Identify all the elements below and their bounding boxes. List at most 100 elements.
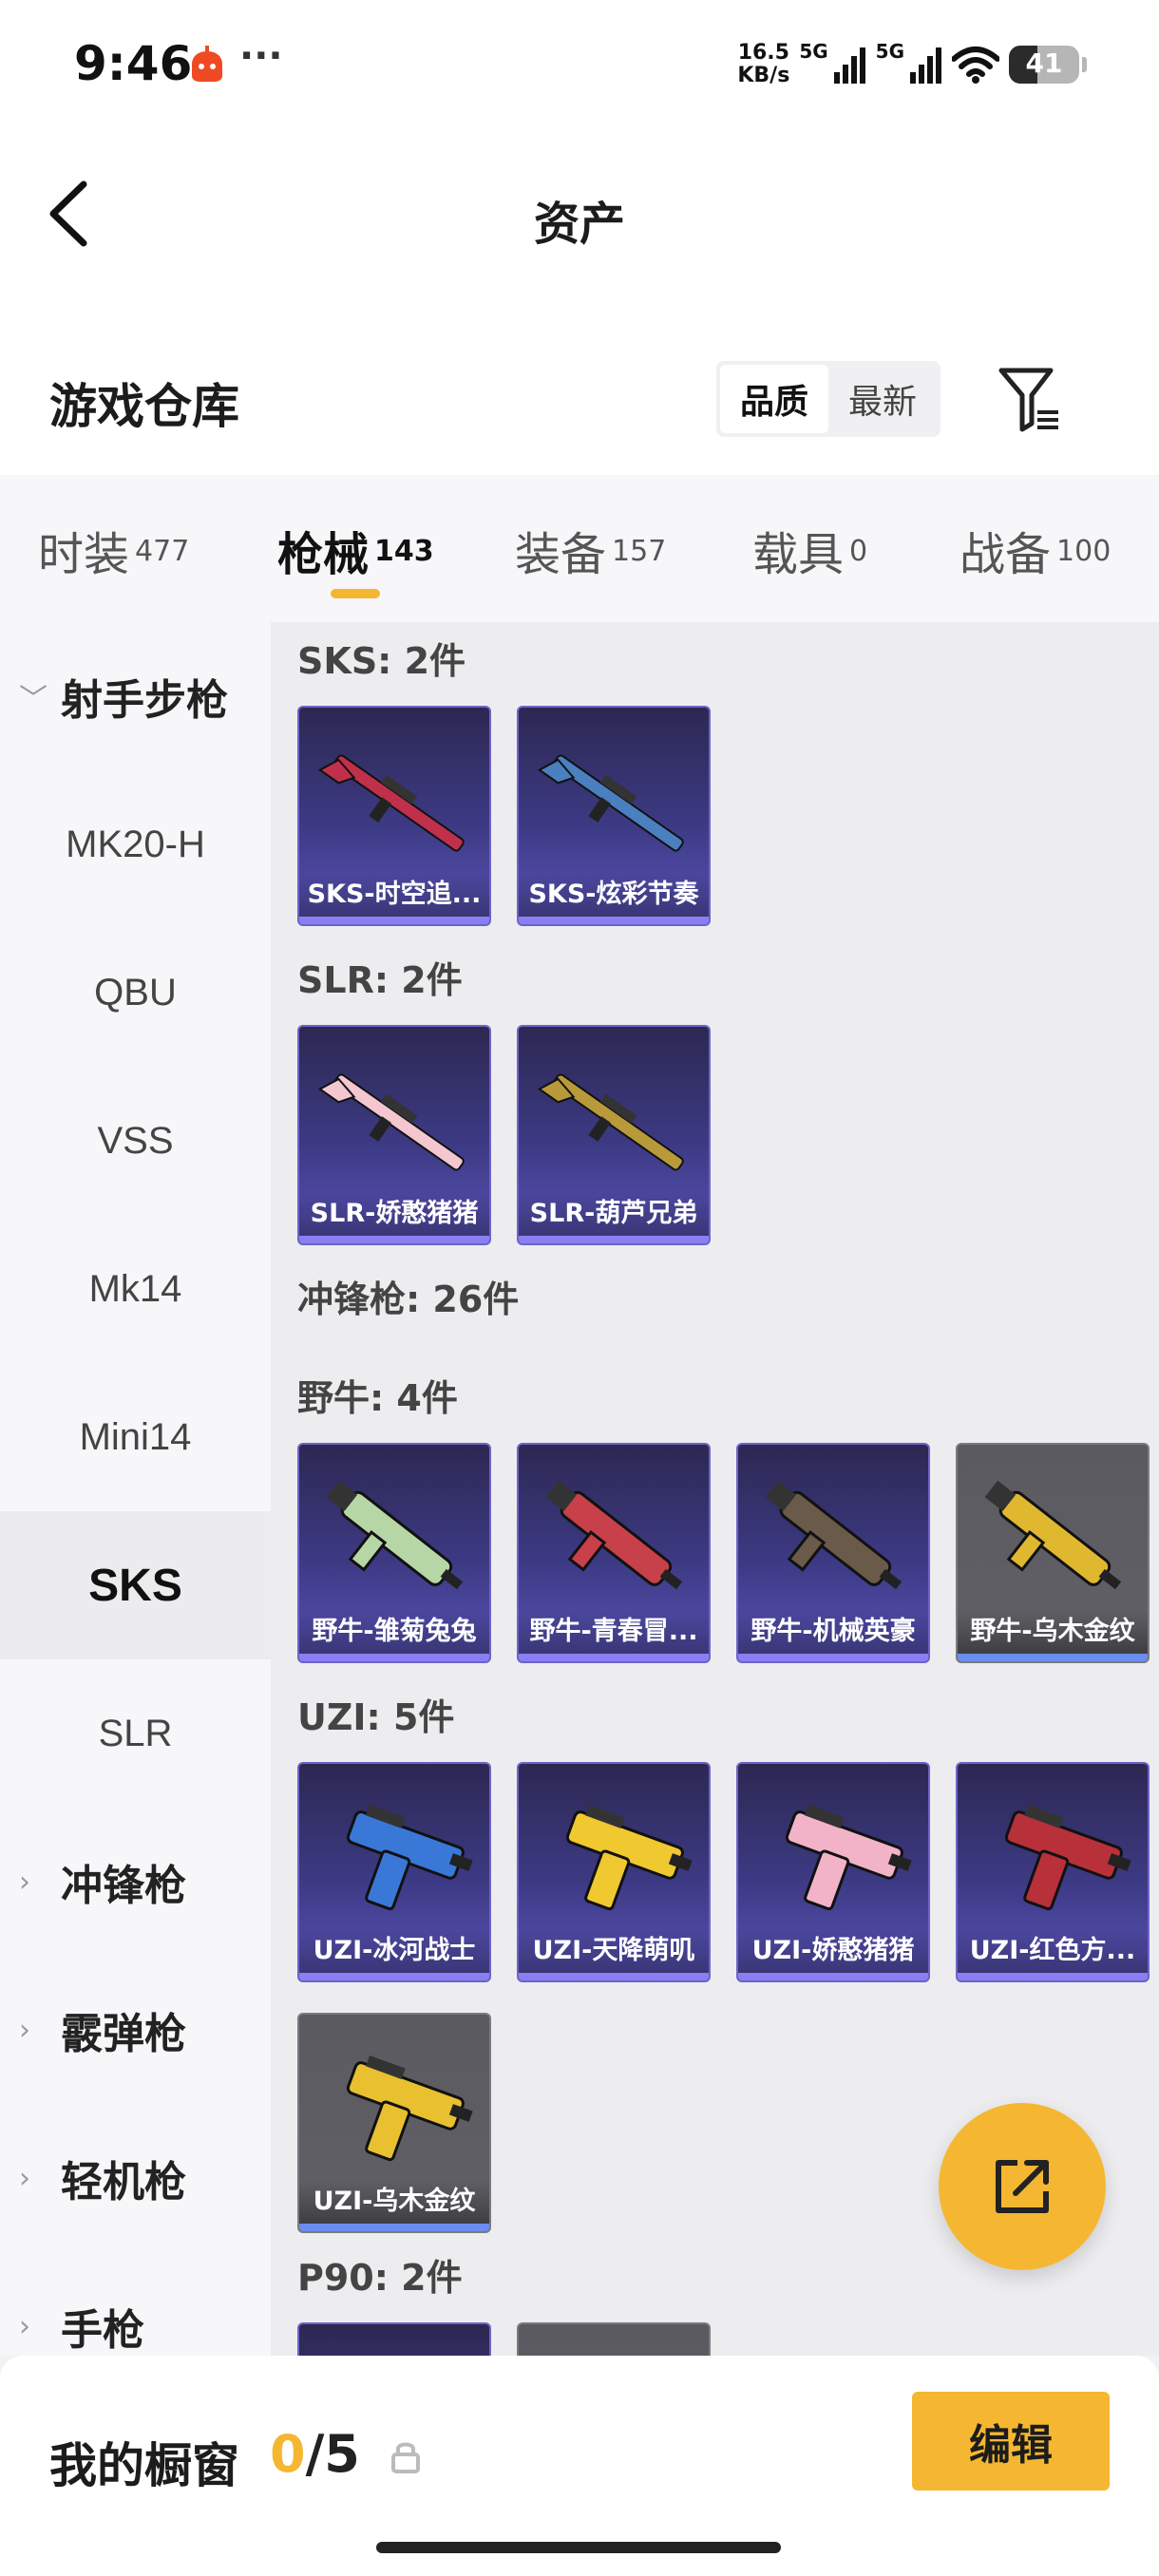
sidebar-item-qbu[interactable]: QBU — [0, 919, 271, 1067]
home-indicator[interactable] — [376, 2542, 781, 2553]
tab-equipment[interactable]: 装备 157 — [515, 517, 666, 593]
item-card[interactable] — [297, 2322, 491, 2356]
rarity-bar — [519, 917, 709, 924]
wifi-icon — [952, 47, 999, 84]
rifle-icon — [537, 754, 684, 852]
item-card-label: UZI-娇憨猪猪 — [738, 1929, 928, 1973]
nav-bar: 资产 — [0, 133, 1159, 294]
active-tab-indicator — [331, 589, 380, 598]
item-card[interactable]: SKS-炫彩节奏 — [517, 706, 711, 926]
status-bar: 9:46 ··· 16.5 KB/s 5G 5G 41 — [0, 0, 1159, 133]
sidebar-group-smg[interactable]: › 冲锋枪 — [0, 1808, 271, 1956]
tab-vehicles[interactable]: 载具 0 — [752, 517, 867, 593]
rarity-bar — [738, 1654, 928, 1661]
pistol-smg-icon — [785, 1804, 912, 1911]
network-type-2: 5G — [875, 40, 904, 63]
chevron-down-icon: ﹀ — [19, 683, 48, 716]
rarity-bar — [299, 1973, 489, 1980]
warehouse-header: 游戏仓库 品质 最新 — [0, 294, 1159, 475]
rifle-icon — [317, 1073, 465, 1171]
section-title-uzi: UZI: 5件 — [297, 1696, 455, 1738]
sidebar-item-mk14[interactable]: Mk14 — [0, 1215, 271, 1363]
item-card[interactable]: 野牛-机械英豪 — [736, 1443, 930, 1663]
item-card-label: SLR-娇憨猪猪 — [299, 1192, 489, 1236]
item-card[interactable]: UZI-乌木金纹 — [297, 2013, 491, 2233]
tab-firearms[interactable]: 枪械 143 — [277, 517, 434, 598]
edit-button[interactable]: 编辑 — [912, 2392, 1110, 2491]
item-card[interactable]: UZI-娇憨猪猪 — [736, 1762, 930, 1982]
tab-supplies[interactable]: 战备 100 — [960, 517, 1111, 593]
share-button[interactable] — [939, 2103, 1106, 2270]
chevron-right-icon: › — [19, 2161, 30, 2195]
sidebar-group-shotgun[interactable]: › 霰弹枪 — [0, 1956, 271, 2104]
section-title-p90: P90: 2件 — [297, 2257, 463, 2299]
item-card[interactable]: 野牛-乌木金纹 — [956, 1443, 1150, 1663]
app-notification-icon — [192, 46, 222, 82]
smg-icon — [326, 1480, 464, 1590]
item-card[interactable]: UZI-冰河战士 — [297, 1762, 491, 1982]
item-card[interactable]: 野牛-雏菊兔兔 — [297, 1443, 491, 1663]
item-list: SKS: 2件 SLR: 2件 冲锋枪: 26件 野牛: 4件 UZI: 5件 … — [271, 622, 1159, 2356]
item-card[interactable]: SKS-时空追... — [297, 706, 491, 926]
rarity-bar — [299, 1654, 489, 1661]
sidebar-group-marksman-rifle[interactable]: ﹀ 射手步枪 — [0, 622, 271, 770]
item-card[interactable]: SLR-娇憨猪猪 — [297, 1025, 491, 1245]
sidebar-item-mini14[interactable]: Mini14 — [0, 1363, 271, 1511]
sidebar-group-lmg[interactable]: › 轻机枪 — [0, 2104, 271, 2252]
section-title-slr: SLR: 2件 — [297, 959, 463, 1001]
item-card-label: 野牛-青春冒... — [519, 1610, 709, 1654]
item-card-label: UZI-冰河战士 — [299, 1929, 489, 1973]
item-card[interactable]: UZI-天降萌叽 — [517, 1762, 711, 1982]
item-card[interactable]: SLR-葫芦兄弟 — [517, 1025, 711, 1245]
rarity-bar — [299, 1236, 489, 1243]
more-notifications-icon: ··· — [239, 34, 283, 78]
rarity-bar — [519, 1654, 709, 1661]
smg-icon — [765, 1480, 902, 1590]
item-card-label: 野牛-乌木金纹 — [958, 1610, 1148, 1654]
section-title-bizon: 野牛: 4件 — [297, 1377, 458, 1419]
smg-icon — [545, 1480, 683, 1590]
smg-icon — [314, 2349, 478, 2356]
chevron-right-icon: › — [19, 2013, 30, 2047]
category-tabs: 时装 477 枪械 143 装备 157 载具 0 战备 100 — [0, 475, 1159, 622]
pistol-smg-icon — [346, 1804, 473, 1911]
tab-outfits[interactable]: 时装 477 — [38, 517, 189, 593]
network-type-1: 5G — [799, 40, 828, 63]
warehouse-title: 游戏仓库 — [49, 379, 239, 434]
sort-option-quality[interactable]: 品质 — [720, 365, 828, 433]
signal-icon — [910, 47, 941, 84]
showcase-title: 我的橱窗 — [49, 2438, 239, 2493]
item-card[interactable]: 野牛-青春冒... — [517, 1443, 711, 1663]
sidebar-item-vss[interactable]: VSS — [0, 1067, 271, 1215]
network-speed: 16.5 KB/s — [737, 41, 790, 87]
rarity-bar — [519, 1236, 709, 1243]
lock-icon — [391, 2442, 420, 2473]
item-card-label: UZI-乌木金纹 — [299, 2180, 489, 2224]
item-card-label: SLR-葫芦兄弟 — [519, 1192, 709, 1236]
section-title-sks: SKS: 2件 — [297, 640, 466, 682]
sort-option-latest[interactable]: 最新 — [828, 365, 937, 433]
rarity-bar — [958, 1973, 1148, 1980]
signal-icon — [833, 47, 865, 84]
sort-toggle: 品质 最新 — [716, 361, 940, 437]
chevron-right-icon: › — [19, 1865, 30, 1899]
item-card[interactable] — [517, 2322, 711, 2356]
showcase-bar: 我的橱窗 0/5 编辑 — [0, 2356, 1159, 2576]
item-card-label: UZI-红色方... — [958, 1929, 1148, 1973]
share-icon — [996, 2160, 1049, 2213]
filter-icon[interactable] — [996, 363, 1064, 435]
sidebar-item-slr[interactable]: SLR — [0, 1659, 271, 1808]
battery-icon: 41 — [1009, 46, 1087, 84]
item-card-label: SKS-时空追... — [299, 873, 489, 917]
sidebar-item-mk20h[interactable]: MK20-H — [0, 770, 271, 919]
sidebar-item-sks[interactable]: SKS — [0, 1511, 271, 1659]
rarity-bar — [738, 1973, 928, 1980]
sidebar-group-pistol[interactable]: › 手枪 — [0, 2252, 271, 2356]
pistol-smg-icon — [346, 2055, 473, 2162]
smg-icon — [534, 2349, 697, 2356]
clock: 9:46 — [74, 36, 193, 91]
item-card[interactable]: UZI-红色方... — [956, 1762, 1150, 1982]
pistol-smg-icon — [565, 1804, 693, 1911]
smg-icon — [984, 1480, 1122, 1590]
rarity-bar — [299, 2224, 489, 2231]
